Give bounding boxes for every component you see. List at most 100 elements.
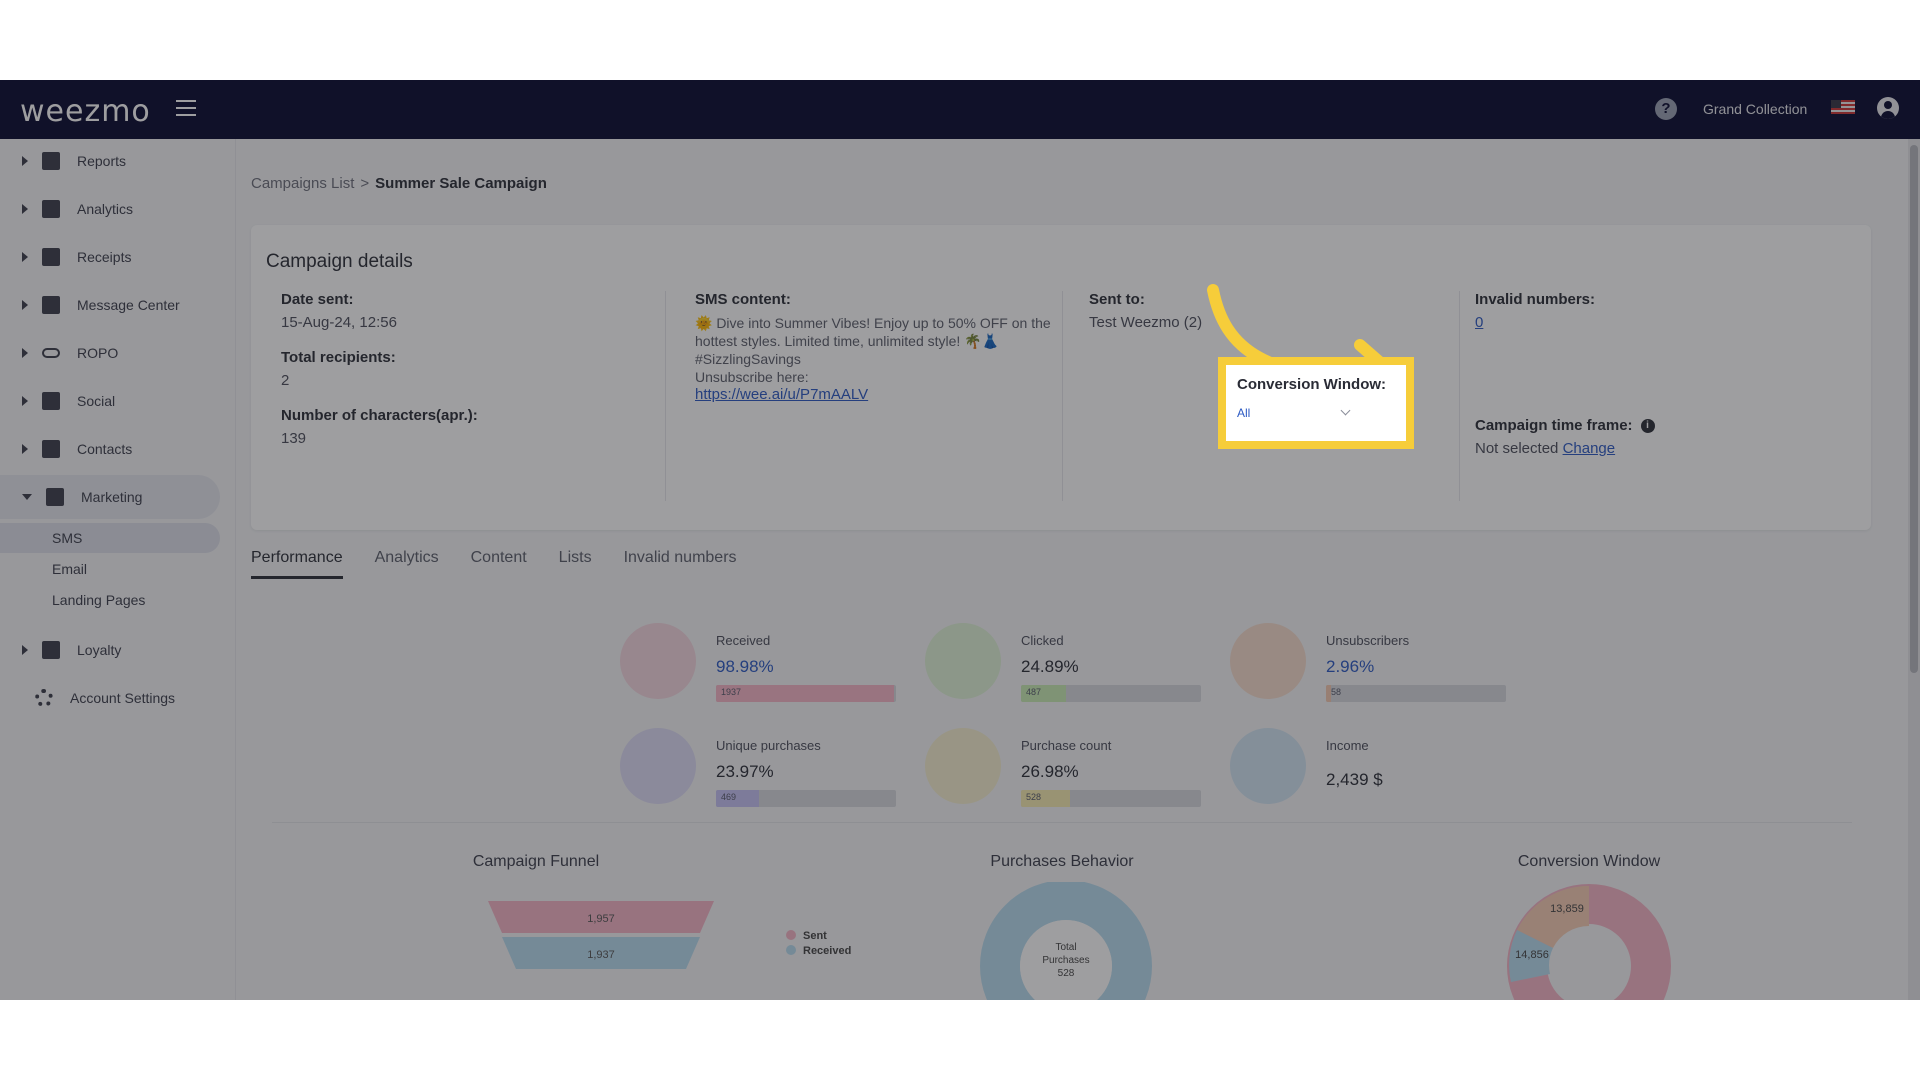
date-sent-label: Date sent: (281, 291, 354, 308)
kpi-purchase-count: Purchase count 26.98% 528 (925, 728, 1215, 812)
legend-received: Received (803, 945, 851, 957)
sidebar-item-label: Loyalty (77, 642, 122, 658)
sidebar-item-account-settings[interactable]: Account Settings (0, 676, 220, 720)
kpi-bar-count: 469 (721, 792, 737, 802)
conversion-window-select[interactable]: All (1237, 405, 1353, 426)
card-title: Campaign details (266, 251, 413, 272)
sidebar-item-marketing[interactable]: Marketing (0, 475, 220, 519)
sidebar-item-label: Marketing (81, 489, 143, 505)
kpi-bar: 487 (1021, 685, 1201, 702)
scrollbar[interactable] (1908, 139, 1920, 1000)
account-name[interactable]: Grand Collection (1703, 101, 1807, 117)
sent-to-value: Test Weezmo (2) (1089, 314, 1203, 331)
paper-plane-icon (620, 623, 696, 699)
purchases-behavior-chart: Total Purchases 528 (980, 882, 1152, 1000)
recipients-label: Total recipients: (281, 349, 396, 366)
people-icon (42, 392, 60, 410)
timeframe-label-text: Campaign time frame: (1475, 417, 1633, 434)
kpi-bar-count: 487 (1026, 687, 1042, 697)
legend-sent-swatch (786, 930, 796, 940)
logo-text: weezmo (20, 94, 151, 129)
kpi-bar-count: 58 (1331, 687, 1342, 697)
logo[interactable]: weezmo (20, 94, 151, 129)
menu-icon[interactable] (176, 100, 196, 118)
unsubscribe-link[interactable]: https://wee.ai/u/P7mAALV (695, 386, 1062, 403)
legend-sent: Sent (803, 930, 827, 942)
sidebar-subitem-email[interactable]: Email (0, 554, 220, 584)
sidebar-subitem-landing-pages[interactable]: Landing Pages (0, 585, 220, 615)
receipt-icon (42, 248, 60, 266)
sidebar-item-loyalty[interactable]: Loyalty (0, 628, 220, 672)
sms-content-text: 🌞 Dive into Summer Vibes! Enjoy up to 50… (695, 315, 1051, 367)
sent-to-label: Sent to: (1089, 291, 1145, 308)
sidebar-item-label: Contacts (77, 441, 133, 457)
kpi-value: 26.98% (1021, 762, 1079, 781)
gear-icon (35, 689, 53, 707)
sidebar-item-message-center[interactable]: Message Center (0, 283, 220, 327)
kpi-bar-count: 528 (1026, 792, 1042, 802)
user-icon[interactable] (1877, 97, 1899, 119)
sidebar-subitem-sms[interactable]: SMS (0, 523, 220, 553)
app-screen: weezmo ? Grand Collection Reports Analyt… (0, 80, 1920, 1000)
sidebar-item-social[interactable]: Social (0, 379, 220, 423)
sidebar-item-reports[interactable]: Reports (0, 139, 220, 183)
breadcrumb-current: Summer Sale Campaign (375, 175, 547, 192)
main-content: Campaigns List > Summer Sale Campaign Camp… (236, 139, 1888, 1000)
details-column-1: Date sent: 15-Aug-24, 12:56 Total recipi… (281, 291, 661, 501)
kpi-name: Clicked (1021, 633, 1064, 648)
kpi-value: 24.89% (1021, 657, 1079, 676)
cart-icon (620, 728, 696, 804)
invalid-numbers-label: Invalid numbers: (1475, 291, 1596, 308)
breadcrumb-separator: > (360, 175, 370, 192)
scrollbar-thumb[interactable] (1910, 145, 1918, 673)
kpi-income: Income 2,439 $ (1230, 728, 1520, 812)
breadcrumb-parent[interactable]: Campaigns List (251, 175, 354, 192)
sidebar-item-label: Receipts (77, 249, 132, 265)
kpi-value: 2,439 $ (1326, 770, 1383, 789)
date-sent-value: 15-Aug-24, 12:56 (281, 314, 397, 331)
timeframe-value-text: Not selected (1475, 440, 1559, 457)
timeframe-value: Not selected Change (1475, 440, 1859, 457)
chevron-down-icon (1340, 405, 1351, 416)
campaign-funnel-title: Campaign Funnel (472, 853, 600, 870)
info-icon[interactable]: i (1640, 419, 1655, 434)
sidebar-item-analytics[interactable]: Analytics (0, 187, 220, 231)
kpi-unsubscribers: Unsubscribers 2.96% 58 (1230, 623, 1520, 707)
kpi-clicked: Clicked 24.89% 487 (925, 623, 1215, 707)
donut-center-line1: Total (1055, 942, 1076, 953)
conversion-window-title: Conversion Window (1517, 853, 1661, 870)
kpi-name: Received (716, 633, 771, 648)
invalid-numbers-value[interactable]: 0 (1475, 314, 1859, 331)
cw-label-2: 14,856 (1515, 949, 1549, 961)
kpi-unique-purchases: Unique purchases 23.97% 469 (620, 728, 910, 812)
sidebar-item-label: ROPO (77, 345, 119, 361)
kpi-name: Income (1326, 738, 1369, 753)
divider (272, 822, 1852, 823)
sidebar-item-ropo[interactable]: ROPO (0, 331, 220, 375)
purchases-behavior-title: Purchases Behavior (990, 853, 1134, 870)
top-bar: weezmo ? Grand Collection (0, 80, 1920, 139)
chars-value: 139 (281, 430, 307, 447)
tab-performance[interactable]: Performance (251, 537, 343, 579)
tab-content[interactable]: Content (471, 537, 527, 579)
kpi-bar: 58 (1326, 685, 1506, 702)
money-bag-icon (1230, 728, 1306, 804)
infinity-icon (42, 348, 60, 358)
help-icon[interactable]: ? (1655, 98, 1677, 120)
megaphone-icon (46, 488, 64, 506)
us-flag-icon[interactable] (1831, 100, 1855, 114)
kpi-received: Received 98.98% 1937 (620, 623, 910, 707)
conversion-window-highlight: Conversion Window: All (1218, 357, 1414, 449)
timeframe-change-link[interactable]: Change (1563, 440, 1616, 457)
contacts-icon (42, 440, 60, 458)
kpi-bar: 1937 (716, 685, 896, 702)
conversion-window-label: Conversion Window: (1237, 376, 1387, 393)
sidebar-item-contacts[interactable]: Contacts (0, 427, 220, 471)
sidebar-item-receipts[interactable]: Receipts (0, 235, 220, 279)
tab-invalid-numbers[interactable]: Invalid numbers (624, 537, 737, 579)
tab-lists[interactable]: Lists (559, 537, 592, 579)
tab-analytics[interactable]: Analytics (375, 537, 439, 579)
tag-icon (42, 641, 60, 659)
sidebar-item-label: Reports (77, 153, 127, 169)
funnel-label-received: 1,937 (587, 949, 615, 961)
